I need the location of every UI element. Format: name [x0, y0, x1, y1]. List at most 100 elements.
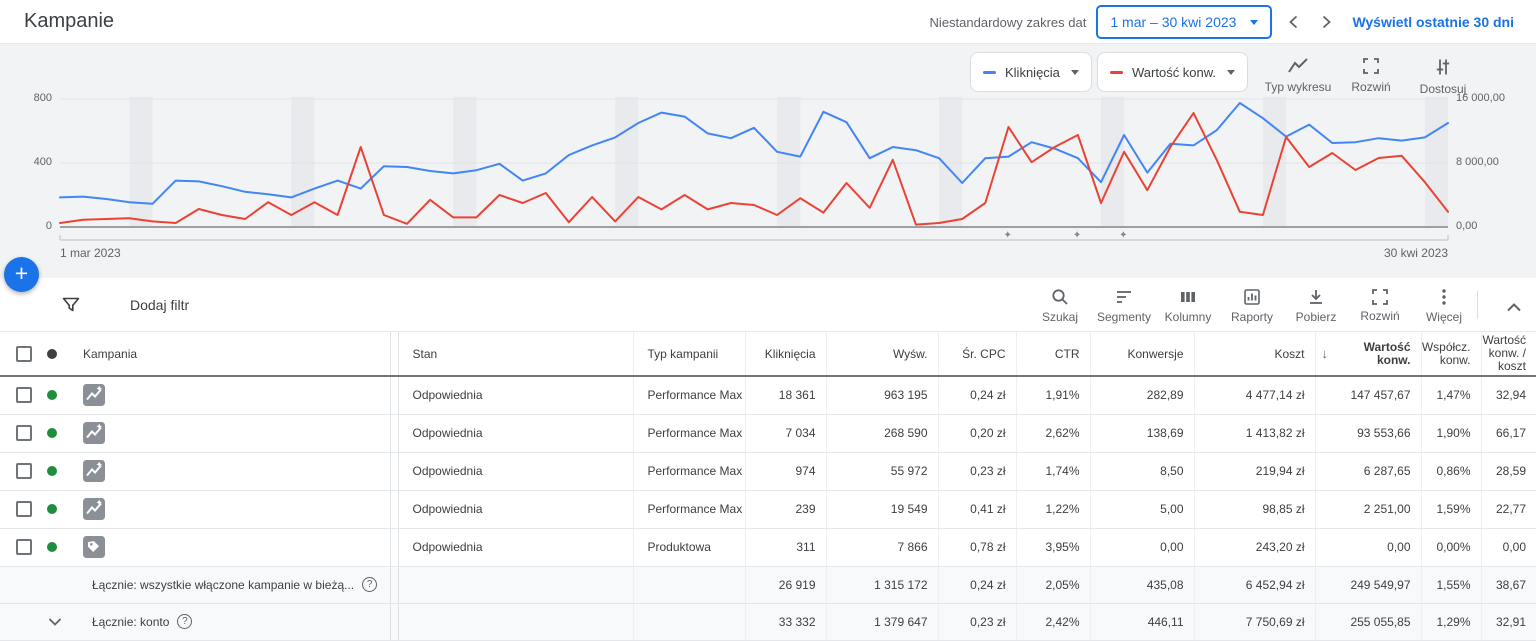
cell-wartosc-konw: 2 251,00: [1315, 490, 1421, 528]
toolbar-divider: [1477, 291, 1478, 319]
date-range-value: 1 mar – 30 kwi 2023: [1110, 14, 1236, 30]
expand-icon: [1371, 288, 1389, 306]
cell-koszt: 219,94 zł: [1194, 452, 1315, 490]
help-icon[interactable]: ?: [362, 577, 377, 592]
summary-label: Łącznie: konto: [92, 615, 169, 629]
column-header-kampania[interactable]: Kampania: [83, 347, 137, 361]
performance-max-icon: [83, 384, 105, 406]
date-range-select[interactable]: 1 mar – 30 kwi 2023: [1096, 5, 1272, 39]
collapse-panel-button[interactable]: [1506, 300, 1522, 315]
add-campaign-button[interactable]: +: [4, 257, 39, 292]
column-header-wartosc-konw-koszt[interactable]: Wartość konw. / koszt: [1481, 332, 1536, 376]
select-all-checkbox[interactable]: [16, 346, 32, 362]
row-checkbox[interactable]: [16, 463, 32, 479]
campaign-status-enabled-icon[interactable]: [47, 542, 57, 552]
row-checkbox[interactable]: [16, 501, 32, 517]
summary-sr-cpc: 0,24 zł: [938, 566, 1016, 603]
cell-wartosc-konw: 147 457,67: [1315, 376, 1421, 414]
campaign-status-enabled-icon[interactable]: [47, 504, 57, 514]
summary-wysw: 1 379 647: [826, 603, 938, 640]
cell-wysw: 268 590: [826, 414, 938, 452]
cell-koszt: 4 477,14 zł: [1194, 376, 1315, 414]
summary-wartosc-konw-koszt: 32,91: [1481, 603, 1536, 640]
campaign-cell: [0, 460, 390, 482]
download-button[interactable]: Pobierz: [1284, 287, 1348, 324]
summary-wartosc-konw: 255 055,85: [1315, 603, 1421, 640]
segments-button[interactable]: Segmenty: [1092, 287, 1156, 324]
campaign-table-row: Odpowiednia Performance Max 239 19 549 0…: [0, 490, 1536, 528]
view-last-30-days-link[interactable]: Wyświetl ostatnie 30 dni: [1352, 14, 1514, 30]
campaign-status-enabled-icon[interactable]: [47, 390, 57, 400]
chart-adjust-button[interactable]: Dostosuj: [1401, 57, 1485, 96]
row-checkbox[interactable]: [16, 425, 32, 441]
cell-ctr: 1,74%: [1016, 452, 1090, 490]
row-checkbox[interactable]: [16, 387, 32, 403]
chart-metric-2-select[interactable]: Wartość konw.: [1097, 52, 1248, 92]
help-icon[interactable]: ?: [177, 614, 192, 629]
column-header-konwersje[interactable]: Konwersje: [1090, 332, 1194, 376]
summary-klikniecia: 26 919: [745, 566, 826, 603]
reports-button[interactable]: Raporty: [1220, 287, 1284, 324]
cell-wysw: 19 549: [826, 490, 938, 528]
column-header-ctr[interactable]: CTR: [1016, 332, 1090, 376]
cell-wartosc-konw: 0,00: [1315, 528, 1421, 566]
summary-wspolcz-konw: 1,55%: [1421, 566, 1481, 603]
auto-apply-sparkle-icon[interactable]: ✦: [1119, 230, 1127, 241]
chevron-down-icon[interactable]: [48, 618, 62, 626]
more-button[interactable]: Więcej: [1412, 287, 1476, 324]
columns-button[interactable]: Kolumny: [1156, 287, 1220, 324]
next-date-range-button[interactable]: [1315, 13, 1338, 31]
left-axis-tick: 0: [0, 220, 52, 233]
campaign-status-enabled-icon[interactable]: [47, 466, 57, 476]
column-header-koszt[interactable]: Koszt: [1194, 332, 1315, 376]
column-header-typ-kampanii[interactable]: Typ kampanii: [633, 332, 745, 376]
left-axis-tick: 800: [0, 92, 52, 105]
tool-label: Rozwiń: [1360, 309, 1399, 323]
performance-max-icon: [83, 460, 105, 482]
add-filter-button[interactable]: Dodaj filtr: [130, 297, 189, 313]
row-checkbox[interactable]: [16, 539, 32, 555]
performance-chart-panel: 800 400 0 16 000,00 8 000,00 0,00 1 mar …: [0, 44, 1536, 278]
chart-type-button[interactable]: Typ wykresu: [1256, 57, 1340, 94]
chevron-up-icon: [1506, 303, 1522, 312]
campaign-cell: [0, 536, 390, 558]
cell-klikniecia: 18 361: [745, 376, 826, 414]
x-axis-start-label: 1 mar 2023: [60, 246, 121, 260]
chevron-left-icon: [1289, 15, 1298, 29]
cell-wartosc-konw-koszt: 0,00: [1481, 528, 1536, 566]
cell-koszt: 243,20 zł: [1194, 528, 1315, 566]
column-header-sr-cpc[interactable]: Śr. CPC: [938, 332, 1016, 376]
previous-date-range-button[interactable]: [1282, 13, 1305, 31]
chart-metric-1-select[interactable]: Kliknięcia: [970, 52, 1092, 92]
tool-label: Segmenty: [1097, 310, 1151, 324]
summary-koszt: 7 750,69 zł: [1194, 603, 1315, 640]
campaign-table-row: Odpowiednia Performance Max 7 034 268 59…: [0, 414, 1536, 452]
left-axis-tick: 400: [0, 156, 52, 169]
column-header-stan[interactable]: Stan: [398, 332, 633, 376]
cell-klikniecia: 7 034: [745, 414, 826, 452]
cell-wysw: 55 972: [826, 452, 938, 490]
expand-icon: [1362, 57, 1380, 75]
auto-apply-sparkle-icon[interactable]: ✦: [1073, 230, 1081, 241]
cell-konwersje: 5,00: [1090, 490, 1194, 528]
cell-stan: Odpowiednia: [398, 528, 633, 566]
campaign-status-enabled-icon[interactable]: [47, 428, 57, 438]
tool-label: Więcej: [1426, 310, 1462, 324]
auto-apply-sparkle-icon[interactable]: ✦: [1003, 230, 1011, 241]
column-header-wysw[interactable]: Wyśw.: [826, 332, 938, 376]
column-header-wartosc-konw[interactable]: ↓ Wartość konw.: [1315, 332, 1421, 376]
search-button[interactable]: Szukaj: [1028, 287, 1092, 324]
cell-wspolcz-konw: 1,59%: [1421, 490, 1481, 528]
campaign-table-row: Odpowiednia Performance Max 974 55 972 0…: [0, 452, 1536, 490]
column-header-wspolcz-konw[interactable]: Współcz. konw.: [1421, 332, 1481, 376]
cell-konwersje: 282,89: [1090, 376, 1194, 414]
filter-funnel-icon[interactable]: [62, 296, 80, 314]
blue-series-dash-icon: [983, 71, 996, 74]
column-header-klikniecia[interactable]: Kliknięcia: [745, 332, 826, 376]
summary-konwersje: 446,11: [1090, 603, 1194, 640]
status-filter-icon[interactable]: [47, 349, 57, 359]
cell-ctr: 2,62%: [1016, 414, 1090, 452]
cell-konwersje: 138,69: [1090, 414, 1194, 452]
expand-table-button[interactable]: Rozwiń: [1348, 288, 1412, 323]
cell-typ-kampanii: Performance Max: [633, 376, 745, 414]
